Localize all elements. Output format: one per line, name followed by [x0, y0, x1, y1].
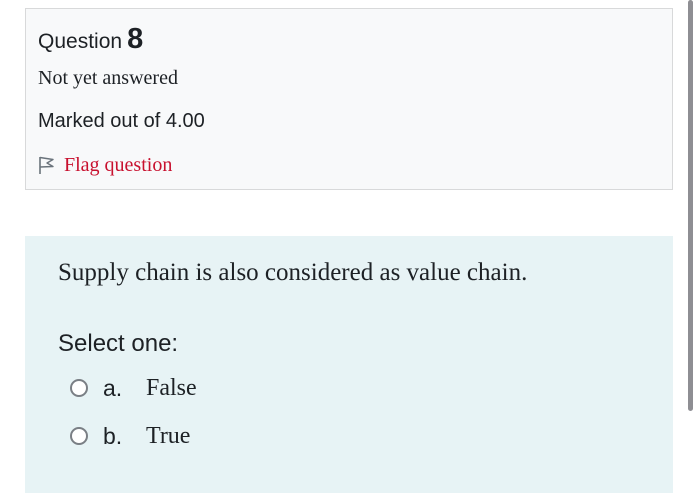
radio-button-a[interactable]	[70, 379, 88, 397]
flag-question-link[interactable]: Flag question	[38, 152, 172, 178]
answer-letter-b: b.	[103, 422, 123, 449]
answer-letter-a: a.	[103, 374, 123, 401]
quiz-page: Question 8 Not yet answered Marked out of…	[0, 0, 700, 493]
answer-option-b[interactable]: b. True	[70, 421, 190, 451]
question-grade: Marked out of 4.00	[38, 110, 205, 132]
question-content-panel: Supply chain is also considered as value…	[25, 236, 673, 493]
vertical-scrollbar[interactable]	[688, 0, 693, 411]
radio-button-b[interactable]	[70, 427, 88, 445]
flag-outline-icon	[38, 155, 56, 175]
question-number-heading: Question 8	[38, 23, 143, 56]
question-label: Question	[38, 30, 123, 53]
answer-option-a[interactable]: a. False	[70, 373, 197, 403]
select-one-prompt: Select one:	[58, 330, 179, 357]
flag-question-label: Flag question	[64, 153, 173, 176]
answer-text-a: False	[146, 374, 197, 401]
answer-text-b: True	[146, 422, 191, 449]
question-text: Supply chain is also considered as value…	[58, 259, 528, 286]
question-info-panel: Question 8 Not yet answered Marked out of…	[25, 8, 673, 190]
question-state: Not yet answered	[38, 67, 178, 89]
question-number: 8	[127, 23, 144, 55]
